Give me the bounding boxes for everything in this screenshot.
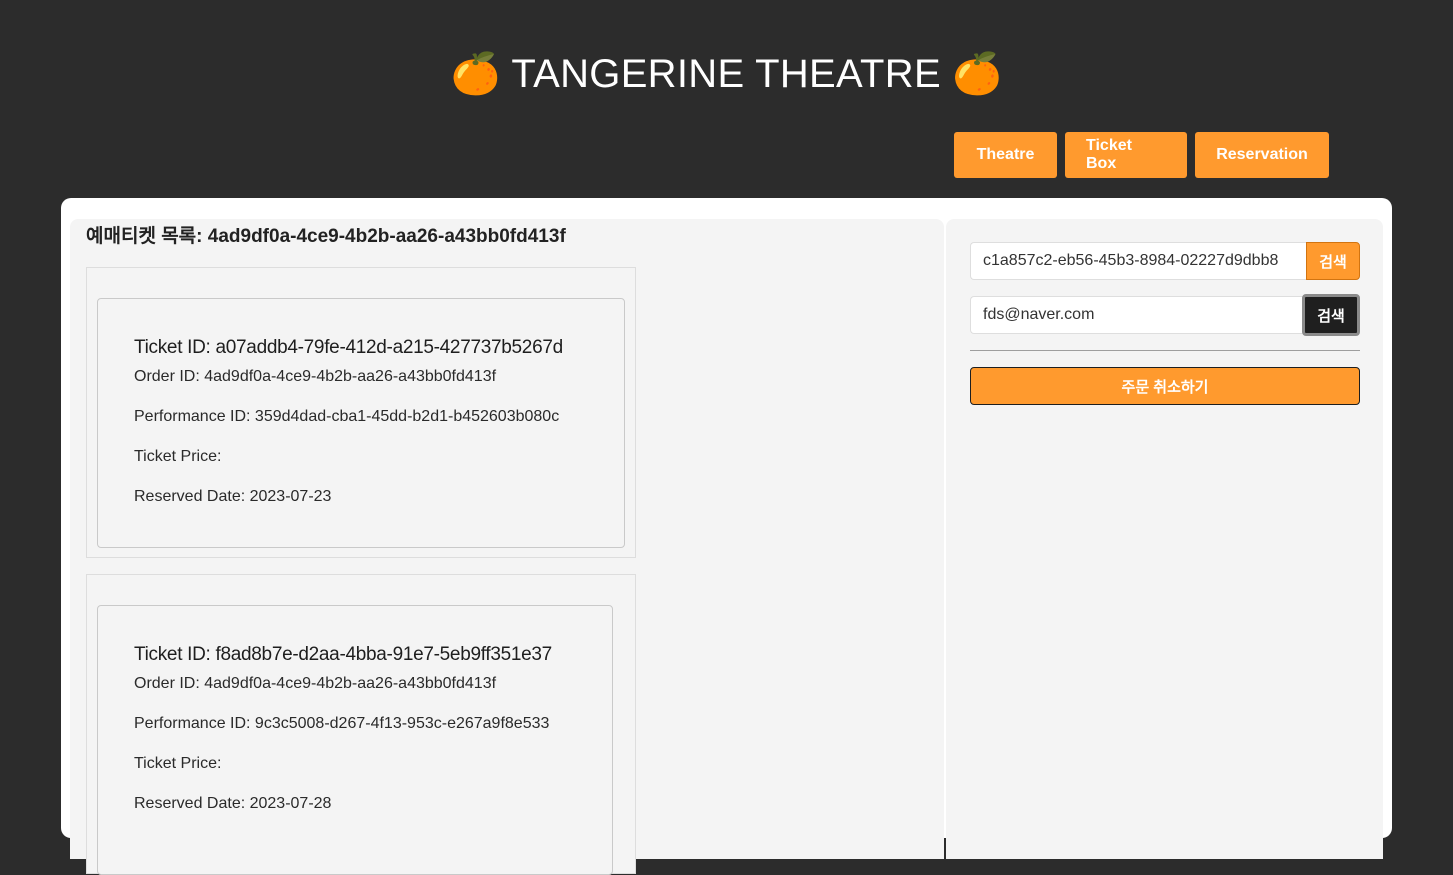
tangerine-icon: 🍊 bbox=[450, 51, 501, 97]
ticket-card[interactable]: Ticket ID: f8ad8b7e-d2aa-4bba-91e7-5eb9f… bbox=[97, 605, 613, 875]
main-nav: Theatre Ticket Box Reservation bbox=[954, 132, 1329, 178]
order-search: 검색 bbox=[970, 242, 1360, 280]
order-id: Order ID: 4ad9df0a-4ce9-4b2b-aa26-a43bb0… bbox=[134, 368, 497, 385]
content-container: 예매티켓 목록: 4ad9df0a-4ce9-4b2b-aa26-a43bb0f… bbox=[61, 198, 1392, 875]
reserved-date: Reserved Date: 2023-07-23 bbox=[134, 488, 332, 505]
reserved-date: Reserved Date: 2023-07-28 bbox=[134, 795, 332, 812]
ticket-item: Ticket ID: a07addb4-79fe-412d-a215-42773… bbox=[86, 267, 636, 558]
ticket-item: Ticket ID: f8ad8b7e-d2aa-4bba-91e7-5eb9f… bbox=[86, 574, 636, 875]
ticket-list-panel: 예매티켓 목록: 4ad9df0a-4ce9-4b2b-aa26-a43bb0f… bbox=[70, 219, 944, 875]
email-input[interactable] bbox=[970, 296, 1302, 334]
order-search-button[interactable]: 검색 bbox=[1306, 242, 1360, 280]
performance-id: Performance ID: 9c3c5008-d267-4f13-953c-… bbox=[134, 715, 550, 732]
ticket-price: Ticket Price: bbox=[134, 448, 222, 465]
email-search: 검색 bbox=[970, 294, 1360, 336]
order-control-panel: 검색 검색 주문 취소하기 bbox=[946, 219, 1383, 859]
ticket-card[interactable]: Ticket ID: a07addb4-79fe-412d-a215-42773… bbox=[97, 298, 625, 548]
page-title: 🍊 TANGERINE THEATRE 🍊 bbox=[0, 50, 1453, 97]
tangerine-icon: 🍊 bbox=[952, 51, 1003, 97]
nav-reservation-button[interactable]: Reservation bbox=[1195, 132, 1329, 178]
nav-theatre-button[interactable]: Theatre bbox=[954, 132, 1057, 178]
ticket-id: Ticket ID: f8ad8b7e-d2aa-4bba-91e7-5eb9f… bbox=[134, 644, 552, 665]
divider bbox=[970, 350, 1360, 351]
performance-id: Performance ID: 359d4dad-cba1-45dd-b2d1-… bbox=[134, 408, 560, 425]
ticket-id: Ticket ID: a07addb4-79fe-412d-a215-42773… bbox=[134, 337, 563, 358]
email-search-button[interactable]: 검색 bbox=[1302, 294, 1360, 336]
cancel-order-button[interactable]: 주문 취소하기 bbox=[970, 367, 1360, 405]
title-text: TANGERINE THEATRE bbox=[511, 52, 941, 96]
ticket-price: Ticket Price: bbox=[134, 755, 222, 772]
ticket-list-title: 예매티켓 목록: 4ad9df0a-4ce9-4b2b-aa26-a43bb0f… bbox=[86, 226, 566, 247]
order-id: Order ID: 4ad9df0a-4ce9-4b2b-aa26-a43bb0… bbox=[134, 675, 497, 692]
order-id-input[interactable] bbox=[970, 242, 1306, 280]
nav-ticket-box-button[interactable]: Ticket Box bbox=[1065, 132, 1187, 178]
